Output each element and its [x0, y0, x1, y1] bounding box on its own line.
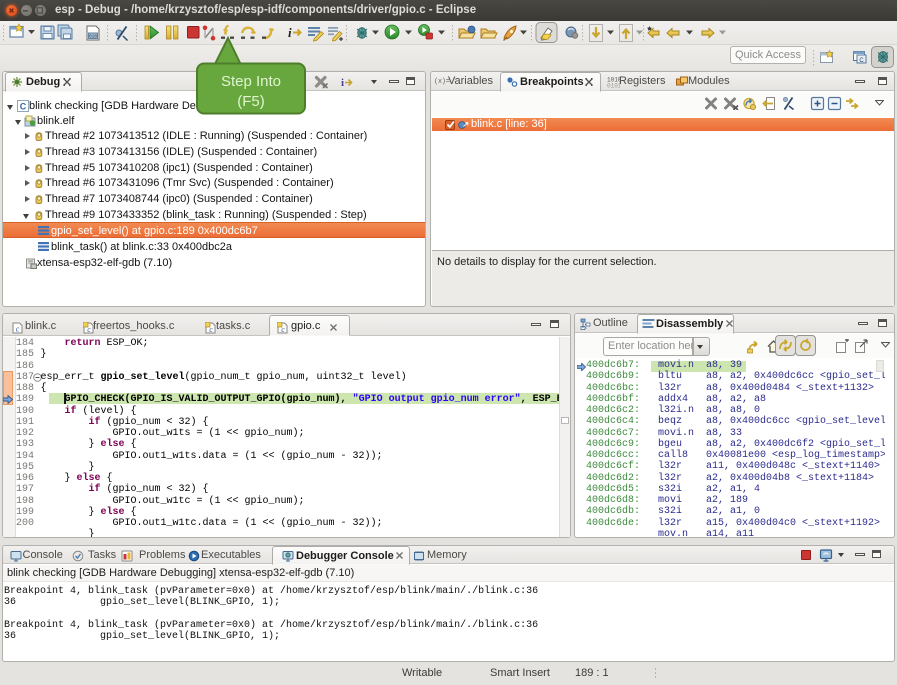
- svg-text:i: i: [341, 77, 344, 88]
- svg-text:Step Into: Step Into: [221, 73, 281, 90]
- svg-text:c: c: [281, 325, 285, 334]
- svg-text:c: c: [16, 325, 20, 334]
- svg-text:c: c: [87, 325, 91, 334]
- svg-text:C: C: [20, 102, 27, 112]
- svg-text:C: C: [859, 58, 864, 64]
- svg-text:(F5): (F5): [237, 93, 265, 110]
- svg-text:010: 010: [89, 34, 97, 40]
- svg-text:c: c: [209, 325, 213, 334]
- svg-text:0101: 0101: [607, 83, 620, 89]
